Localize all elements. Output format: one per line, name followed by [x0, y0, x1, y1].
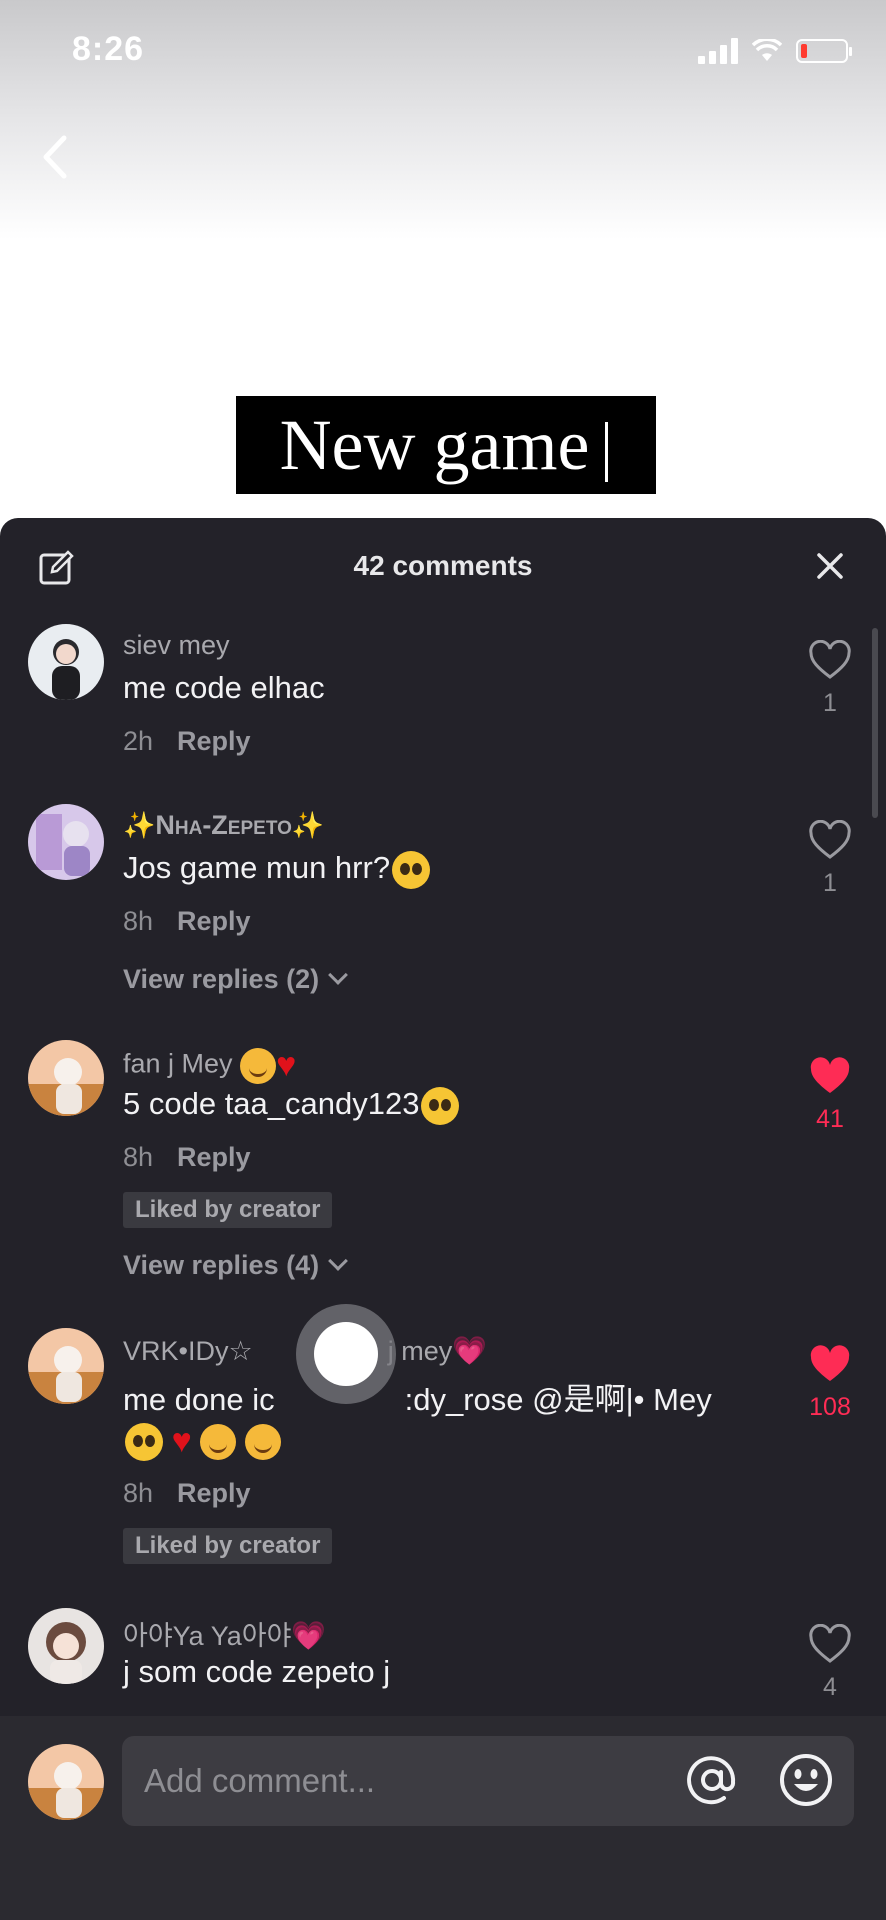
comment-text: me code elhac [123, 670, 325, 705]
heart-outline-icon [809, 819, 851, 859]
back-arrow-icon[interactable] [36, 132, 76, 182]
avatar[interactable] [28, 1328, 104, 1404]
reply-button[interactable]: Reply [177, 1142, 251, 1172]
sparkles-emoji: ✨ [123, 810, 156, 840]
comments-header: 42 comments [0, 518, 886, 612]
like-button[interactable]: 41 [808, 1056, 852, 1134]
pleading-face-emoji [125, 1422, 163, 1461]
like-count: 41 [816, 1105, 844, 1133]
comment-text: j som code zepeto j [123, 1654, 391, 1689]
comment-username[interactable]: fan j Mey ♥ [123, 1046, 296, 1085]
view-replies-button[interactable]: View replies (2) [123, 964, 348, 995]
pink-heart-emoji: 💗 [291, 1620, 327, 1651]
comment-username[interactable]: siev mey [123, 630, 230, 661]
battery-icon [796, 39, 852, 63]
comment-text: me done ic:dy_rose @是啊|• Mey [123, 1382, 712, 1417]
video-title-overlay: New game [236, 396, 656, 494]
like-button[interactable]: 1 [808, 639, 852, 718]
comment-meta: 8h Reply [123, 906, 251, 937]
like-count: 4 [823, 1673, 837, 1701]
comment-time: 2h [123, 726, 154, 756]
comment-time: 8h [123, 1142, 154, 1172]
pleading-face-emoji [392, 850, 431, 889]
user-avatar[interactable] [28, 1744, 104, 1820]
scrollbar[interactable] [872, 628, 878, 818]
avatar[interactable] [28, 1040, 104, 1116]
status-time: 8:26 [72, 30, 145, 68]
pink-heart-emoji: 💗 [452, 1335, 488, 1366]
assistive-touch-button[interactable] [296, 1304, 396, 1404]
heart-outline-icon [809, 1623, 851, 1663]
reply-button[interactable]: Reply [177, 906, 251, 936]
comment-username[interactable]: ✨Nha-Zepeto✨ [123, 810, 324, 841]
comment-username[interactable]: 아야Ya Ya아야💗 [123, 1614, 326, 1653]
liked-by-creator-badge: Liked by creator [123, 1528, 333, 1564]
chevron-down-icon [328, 965, 348, 985]
like-button[interactable]: 4 [808, 1623, 852, 1702]
comment-time: 8h [123, 906, 154, 936]
like-button[interactable]: 1 [808, 819, 852, 898]
add-comment-input[interactable] [122, 1736, 854, 1826]
liked-by-creator-badge: Liked by creator [123, 1192, 333, 1228]
comment-input-bar [0, 1716, 886, 1920]
red-heart-emoji: ♥ [276, 1046, 297, 1084]
red-heart-emoji: ♥ [171, 1422, 192, 1461]
heart-filled-icon [810, 1057, 850, 1093]
view-replies-button[interactable]: View replies (4) [123, 1250, 348, 1281]
status-icons [698, 38, 852, 64]
avatar[interactable] [28, 1608, 104, 1684]
comment-time: 8h [123, 1478, 154, 1508]
smiling-hearts-emoji [240, 1047, 277, 1084]
like-count: 108 [809, 1393, 851, 1421]
comment-meta: 8h Reply [123, 1478, 251, 1509]
reply-button[interactable]: Reply [177, 726, 251, 756]
avatar[interactable] [28, 804, 104, 880]
emoji-icon[interactable] [778, 1752, 834, 1808]
comment-text: 5 code taa_candy123 [123, 1086, 460, 1125]
wifi-icon [752, 39, 782, 61]
comments-title: 42 comments [353, 550, 533, 581]
avatar[interactable] [28, 624, 104, 700]
smiling-hearts-emoji [200, 1423, 237, 1460]
pleading-face-emoji [421, 1086, 460, 1125]
comment-text: Jos game mun hrr? [123, 850, 431, 889]
heart-filled-icon [810, 1345, 850, 1381]
comment-meta: 2h Reply [123, 726, 251, 757]
comment-meta: 8h Reply [123, 1142, 251, 1173]
at-mention-icon[interactable] [684, 1752, 740, 1808]
sparkles-emoji: ✨ [291, 810, 325, 840]
like-count: 1 [823, 869, 837, 897]
reply-button[interactable]: Reply [177, 1478, 251, 1508]
video-area[interactable]: 8:26 New game [0, 0, 886, 520]
like-count: 1 [823, 689, 837, 717]
smiling-hearts-emoji [245, 1423, 282, 1460]
heart-outline-icon [809, 639, 851, 679]
comments-panel: 42 comments siev mey me code elhac 2h Rep… [0, 518, 886, 1920]
close-icon[interactable] [816, 552, 844, 580]
like-button[interactable]: 108 [808, 1344, 852, 1422]
signal-icon [698, 38, 738, 64]
chevron-down-icon [328, 1251, 348, 1271]
comment-emojis: ♥ [123, 1422, 282, 1461]
